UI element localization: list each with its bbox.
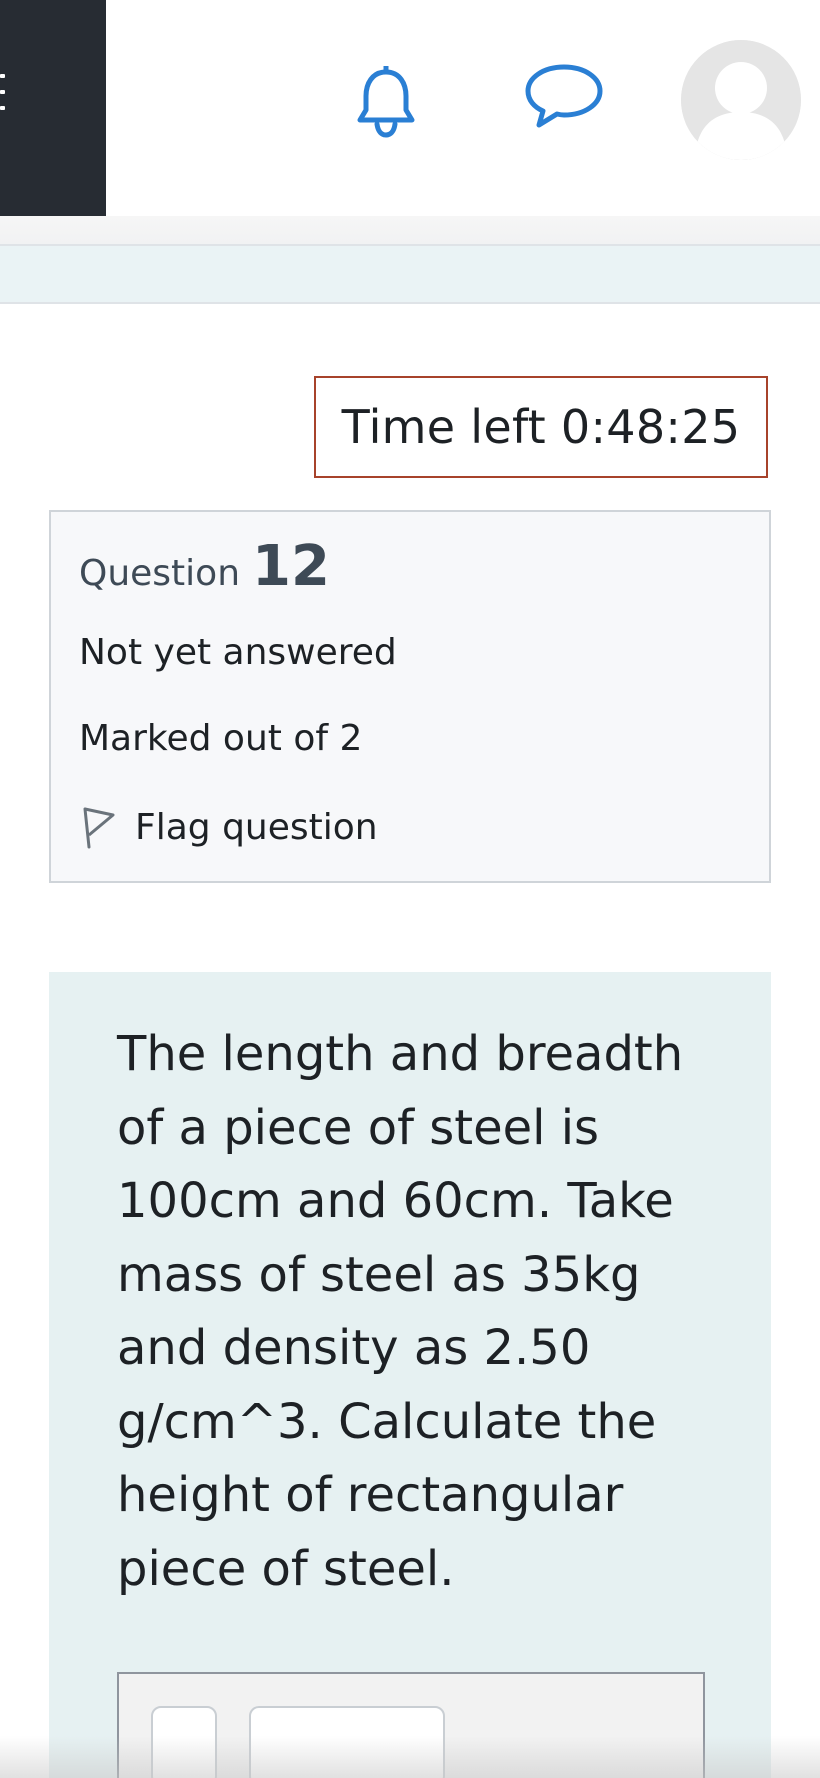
page-header-band [0,246,820,304]
flag-question-label: Flag question [135,806,378,848]
avatar-silhouette-icon [681,40,801,160]
question-content: The length and breadth of a piece of ste… [49,972,771,1778]
bell-icon[interactable] [352,66,420,138]
flag-question-toggle[interactable]: Flag question [79,802,378,852]
question-number: Question 12 [79,534,330,599]
user-avatar-icon[interactable] [681,40,801,160]
hamburger-icon [0,74,5,112]
chat-bubble-icon[interactable] [524,62,604,132]
question-text: The length and breadth of a piece of ste… [117,1026,684,1597]
bottom-scroll-fade [0,1736,820,1778]
flag-outline-icon [83,807,115,849]
question-label: Question [79,553,241,594]
top-navbar [0,0,820,216]
navbar-shadow [0,216,820,246]
time-left-timer: Time left 0:48:25 [314,376,768,478]
question-number-value: 12 [252,534,330,599]
question-grade: Marked out of 2 [79,718,363,759]
quiz-page: Time left 0:48:25 Question 12 Not yet an… [0,0,820,1778]
question-state: Not yet answered [79,632,397,673]
question-info-panel: Question 12 Not yet answered Marked out … [49,510,771,883]
drawer-toggle-button[interactable] [0,0,106,216]
